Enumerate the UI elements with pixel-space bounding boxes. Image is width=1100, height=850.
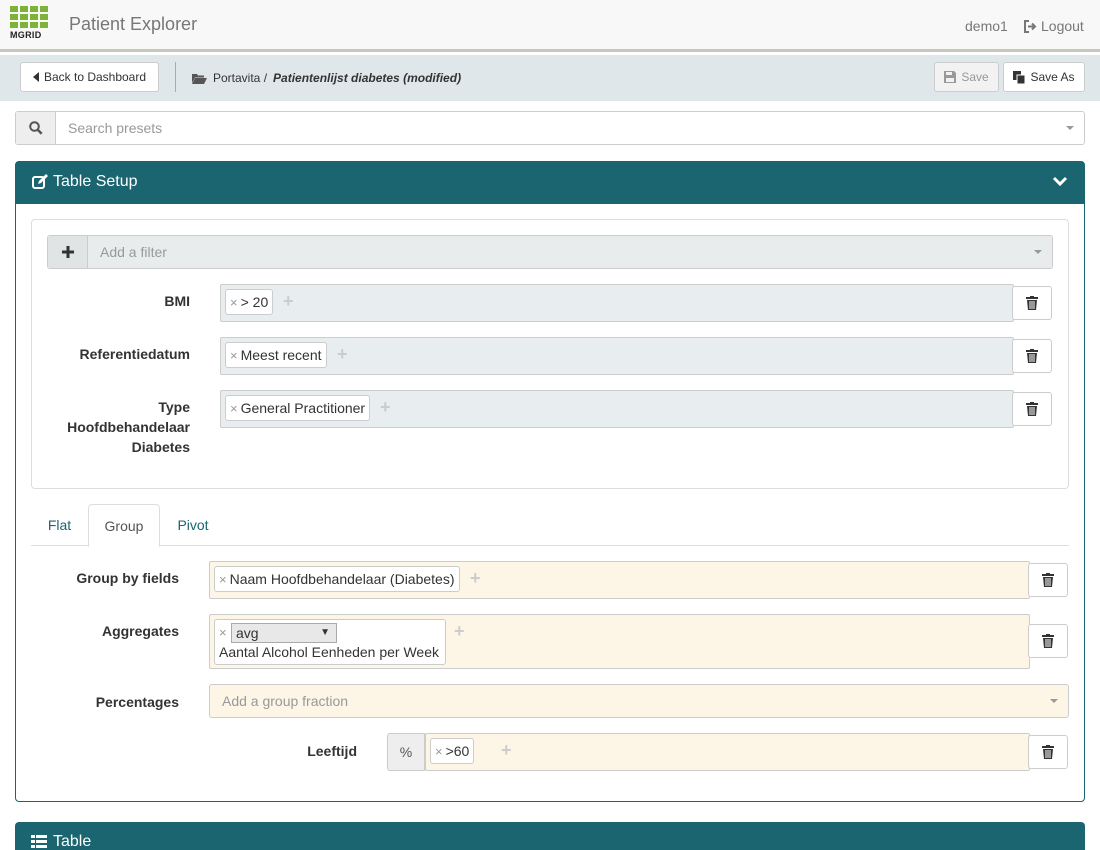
filter-tag[interactable]: × > 20 [225,289,274,315]
table-setup-header[interactable]: Table Setup [16,162,1084,204]
user-name[interactable]: demo1 [965,18,1008,34]
save-label: Save [961,70,989,84]
dropdown-arrow-icon: ▼ [320,627,330,638]
trash-icon [1042,745,1054,759]
filter-label-bmi: BMI [164,293,190,309]
leeftijd-label: Leeftijd [307,743,357,759]
filter-bmi-tags[interactable]: × > 20 + [220,284,1014,322]
save-as-label: Save As [1030,70,1075,84]
trash-icon [1026,296,1038,310]
toolbar-divider [175,62,176,92]
add-tag-icon[interactable]: + [501,741,512,759]
trash-icon [1042,634,1054,648]
aggregates-label: Aggregates [101,623,179,639]
caret-left-icon [32,72,39,82]
remove-tag-icon[interactable]: × [219,625,227,640]
add-filter-placeholder: Add a filter [100,244,167,260]
top-navbar: MGRID Patient Explorer demo1 Logout [0,0,1100,52]
add-filter-button[interactable] [48,236,88,268]
breadcrumb-current: Patientenlijst diabetes (modified) [273,71,462,85]
chevron-down-icon [1066,126,1074,130]
plus-icon [61,246,74,258]
folder-icon [192,73,207,84]
remove-tag-icon[interactable]: × [435,744,443,759]
delete-filter-button[interactable] [1012,339,1052,373]
aggregates-tags[interactable]: × avg ▼ Aantal Alcohol Eenheden per Week… [209,614,1030,669]
logout-label: Logout [1041,18,1084,34]
filter-type-tags[interactable]: × General Practitioner + [220,390,1014,428]
add-tag-icon[interactable]: + [380,398,391,416]
aggregate-field-label: Aantal Alcohol Eenheden per Week [219,644,440,660]
logout-icon [1024,19,1037,33]
search-addon [16,112,56,144]
group-by-tags[interactable]: × Naam Hoofdbehandelaar (Diabetes) + [209,561,1030,599]
aggregate-function-select[interactable]: avg ▼ [231,623,337,643]
collapse-chevron-icon[interactable] [1052,174,1068,190]
percentages-label: Percentages [95,694,179,710]
percentages-select[interactable]: Add a group fraction [209,684,1069,718]
search-presets-select[interactable]: Search presets [15,111,1085,145]
filter-tag[interactable]: × General Practitioner [225,395,371,421]
delete-group-by-button[interactable] [1028,563,1068,597]
save-icon [944,71,957,83]
table-panel-header[interactable]: Table [15,822,1085,850]
trash-icon [1026,402,1038,416]
table-setup-title: Table Setup [32,173,138,191]
filter-label-type-hoofdbehandelaar: Type Hoofdbehandelaar Diabetes [67,399,190,455]
copy-icon [1013,70,1026,84]
group-by-label: Group by fields [76,570,179,586]
tab-pivot[interactable]: Pivot [161,504,225,546]
remove-tag-icon[interactable]: × [230,348,238,363]
breadcrumb-parent[interactable]: Portavita / [213,71,267,85]
search-icon [28,121,43,135]
logo-text: MGRID [10,30,42,40]
save-as-button[interactable]: Save As [1003,62,1085,92]
percent-addon: % [387,733,425,771]
leeftijd-tags[interactable]: × >60 + [425,733,1030,771]
add-tag-icon[interactable]: + [283,292,294,310]
logout-link[interactable]: Logout [1023,18,1084,34]
table-panel-title-text: Table [53,833,92,850]
remove-tag-icon[interactable]: × [230,295,238,310]
delete-filter-button[interactable] [1012,392,1052,426]
table-setup-panel: Table Setup Add a filter BMI × > 20 + Re… [15,161,1085,802]
mgrid-logo[interactable]: MGRID [10,6,48,46]
logo-grid-icon [10,6,48,28]
add-tag-icon[interactable]: + [470,569,481,587]
delete-leeftijd-button[interactable] [1028,735,1068,769]
filters-box: Add a filter BMI × > 20 + Referentiedatu… [31,219,1069,489]
search-presets-placeholder: Search presets [68,120,163,136]
add-tag-icon[interactable]: + [337,345,348,363]
toolbar: Back to Dashboard Portavita / Patientenl… [0,55,1100,101]
trash-icon [1026,349,1038,363]
filter-referentiedatum-tags[interactable]: × Meest recent + [220,337,1014,375]
delete-filter-button[interactable] [1012,286,1052,320]
add-filter-select[interactable]: Add a filter [47,235,1053,269]
filter-label-referentiedatum: Referentiedatum [79,346,190,362]
tab-group[interactable]: Group [88,504,160,547]
save-button[interactable]: Save [934,62,999,92]
back-button-label: Back to Dashboard [43,70,147,84]
trash-icon [1042,573,1054,587]
view-tabs: Flat Group Pivot [31,504,1069,547]
tab-flat[interactable]: Flat [31,504,88,546]
edit-icon [32,174,48,189]
aggregate-tag[interactable]: × avg ▼ Aantal Alcohol Eenheden per Week [214,619,446,665]
delete-aggregate-button[interactable] [1028,624,1068,658]
filter-tag[interactable]: × Meest recent [225,342,327,368]
app-title[interactable]: Patient Explorer [69,14,197,35]
chevron-down-icon [1034,250,1042,254]
leeftijd-tag[interactable]: × >60 [430,738,475,764]
remove-tag-icon[interactable]: × [230,401,238,416]
breadcrumb: Portavita / Patientenlijst diabetes (mod… [192,71,461,85]
group-by-tag[interactable]: × Naam Hoofdbehandelaar (Diabetes) [214,566,460,592]
list-icon [31,835,47,848]
chevron-down-icon [1050,699,1058,703]
remove-tag-icon[interactable]: × [219,572,227,587]
add-tag-icon[interactable]: + [454,622,465,640]
table-panel-title: Table [31,833,91,850]
table-setup-title-text: Table Setup [53,173,138,190]
percentages-placeholder: Add a group fraction [222,693,349,709]
back-to-dashboard-button[interactable]: Back to Dashboard [20,62,159,92]
